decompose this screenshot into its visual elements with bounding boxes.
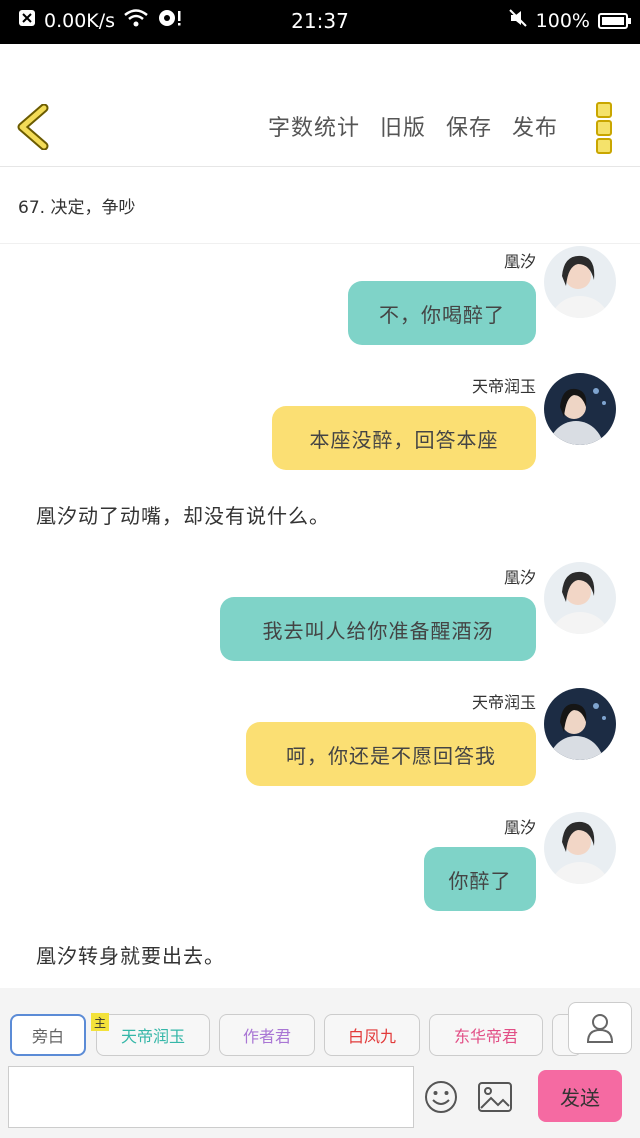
chapter-title-row[interactable]: 67. 决定，争吵 [0, 167, 640, 244]
more-dot-icon [596, 120, 612, 136]
role-chip-narrator[interactable]: 旁白 [10, 1014, 86, 1056]
old-version-button[interactable]: 旧版 [380, 110, 426, 142]
add-role-button[interactable] [568, 1002, 632, 1054]
message-bubble[interactable]: 呵，你还是不愿回答我 [246, 722, 536, 786]
sender-name: 天帝润玉 [471, 377, 536, 396]
message-bubble[interactable]: 我去叫人给你准备醒酒汤 [220, 597, 536, 661]
sender-name: 天帝润玉 [471, 693, 536, 712]
message-bubble[interactable]: 不，你喝醉了 [348, 281, 536, 345]
sender-name: 凰汐 [503, 252, 536, 271]
more-menu-button[interactable] [596, 102, 612, 154]
narration-text[interactable]: 凰汐动了动嘴，却没有说什么。 [36, 500, 330, 529]
more-dot-icon [596, 102, 612, 118]
chevron-left-icon [17, 103, 49, 151]
avatar-runyu[interactable] [544, 373, 616, 445]
role-chip-bai-fengjiu[interactable]: 白凤九 [324, 1014, 420, 1056]
avatar-fenghuang[interactable] [544, 246, 616, 318]
role-chip-donghua-dijun[interactable]: 东华帝君 [429, 1014, 543, 1056]
mute-icon [508, 8, 528, 33]
emoji-button[interactable] [424, 1080, 458, 1114]
battery-percent: 100% [535, 9, 590, 32]
narration-text[interactable]: 凰汐转身就要出去。 [36, 940, 225, 969]
composer-panel: 旁白 天帝润玉 主 作者君 白凤九 东华帝君 发送 [0, 988, 640, 1138]
avatar-fenghuang[interactable] [544, 562, 616, 634]
image-icon [478, 1082, 512, 1112]
message-input[interactable] [8, 1066, 414, 1128]
more-dot-icon [596, 138, 612, 154]
back-button[interactable] [14, 103, 54, 151]
status-bar: 0.00K/s 21:37 100% [0, 0, 640, 44]
message-bubble[interactable]: 本座没醉，回答本座 [272, 406, 536, 470]
chapter-title: 67. 决定，争吵 [18, 198, 136, 218]
message-bubble[interactable]: 你醉了 [424, 847, 536, 911]
role-chip-author[interactable]: 作者君 [219, 1014, 315, 1056]
role-chip-tiandi-runyu[interactable]: 天帝润玉 [96, 1014, 210, 1056]
publish-button[interactable]: 发布 [512, 110, 558, 142]
sender-name: 凰汐 [503, 568, 536, 587]
word-count-button[interactable]: 字数统计 [268, 110, 360, 142]
person-icon [586, 1014, 614, 1043]
image-button[interactable] [478, 1082, 512, 1112]
send-button[interactable]: 发送 [538, 1070, 622, 1122]
host-badge: 主 [91, 1013, 109, 1031]
save-button[interactable]: 保存 [446, 110, 492, 142]
avatar-runyu[interactable] [544, 688, 616, 760]
avatar-fenghuang[interactable] [544, 812, 616, 884]
battery-icon [598, 12, 631, 29]
editor-toolbar: 字数统计 旧版 保存 发布 [0, 44, 640, 167]
sender-name: 凰汐 [503, 818, 536, 837]
smiley-icon [425, 1081, 457, 1113]
